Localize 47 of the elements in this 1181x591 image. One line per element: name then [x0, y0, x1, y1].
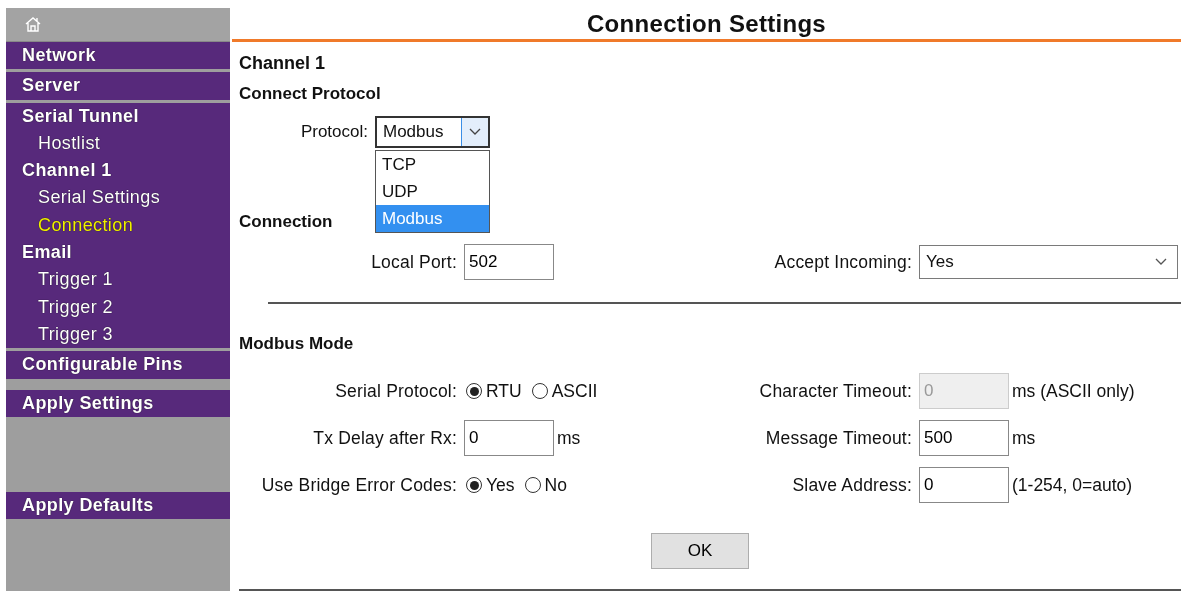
- field-label: Message Timeout:: [765, 427, 912, 448]
- dropdown-option[interactable]: TCP: [376, 151, 489, 178]
- unit-label: (1-254, 0=auto): [1012, 474, 1133, 496]
- unit-label: ms (ASCII only): [1012, 380, 1135, 402]
- field-label: Accept Incoming:: [774, 251, 912, 272]
- radio-option[interactable]: RTU: [464, 380, 522, 402]
- unit-label: ms: [1012, 427, 1036, 449]
- menu-item[interactable]: Serial Settings: [6, 184, 230, 212]
- dropdown[interactable]: Modbus: [375, 116, 490, 148]
- field-label: Tx Delay after Rx:: [313, 427, 457, 448]
- field-label: Protocol:: [299, 122, 368, 142]
- text-field[interactable]: 0: [919, 467, 1009, 503]
- field-label: Serial Protocol:: [335, 380, 457, 401]
- menu-item[interactable]: Serial Tunnel: [6, 102, 230, 130]
- radio-option[interactable]: Yes: [464, 474, 515, 496]
- section-heading: Connect Protocol: [239, 84, 381, 104]
- dropdown-option[interactable]: UDP: [376, 178, 489, 205]
- field-label: Character Timeout:: [759, 380, 912, 401]
- caret-icon: [1155, 258, 1167, 266]
- radio-option[interactable]: No: [522, 474, 567, 496]
- menu-item[interactable]: Network: [6, 42, 230, 70]
- menu-item[interactable]: Channel 1: [6, 157, 230, 185]
- menu-item[interactable]: Trigger 2: [6, 293, 230, 321]
- channel-heading: Channel 1: [239, 53, 326, 74]
- section-heading: Connection: [239, 212, 333, 232]
- menu-item[interactable]: Trigger 1: [6, 266, 230, 294]
- text-field[interactable]: 0: [464, 420, 554, 456]
- menu-item[interactable]: Server: [6, 72, 230, 100]
- field-label: Use Bridge Error Codes:: [261, 474, 457, 495]
- page-title: Connection Settings: [586, 9, 826, 38]
- menu-item[interactable]: Apply Defaults: [6, 491, 230, 519]
- text-field[interactable]: 500: [919, 420, 1009, 456]
- dropdown[interactable]: Yes: [919, 245, 1178, 279]
- menu-item[interactable]: Configurable Pins: [6, 351, 230, 379]
- menu-item[interactable]: Hostlist: [6, 129, 230, 158]
- menu-item[interactable]: Email: [6, 239, 230, 267]
- menu-item[interactable]: Apply Settings: [6, 389, 230, 417]
- unit-label: ms: [557, 427, 581, 449]
- text-field[interactable]: 502: [464, 244, 554, 280]
- radio-option[interactable]: ASCII: [529, 380, 598, 402]
- menu-item[interactable]: Trigger 3: [6, 320, 230, 349]
- field-label: Local Port:: [371, 251, 457, 272]
- caret-icon: [469, 128, 481, 136]
- field-label: Slave Address:: [792, 474, 912, 495]
- ok-button[interactable]: OK: [651, 533, 749, 569]
- menu-item[interactable]: Connection: [6, 211, 230, 240]
- section-heading: Modbus Mode: [239, 334, 354, 354]
